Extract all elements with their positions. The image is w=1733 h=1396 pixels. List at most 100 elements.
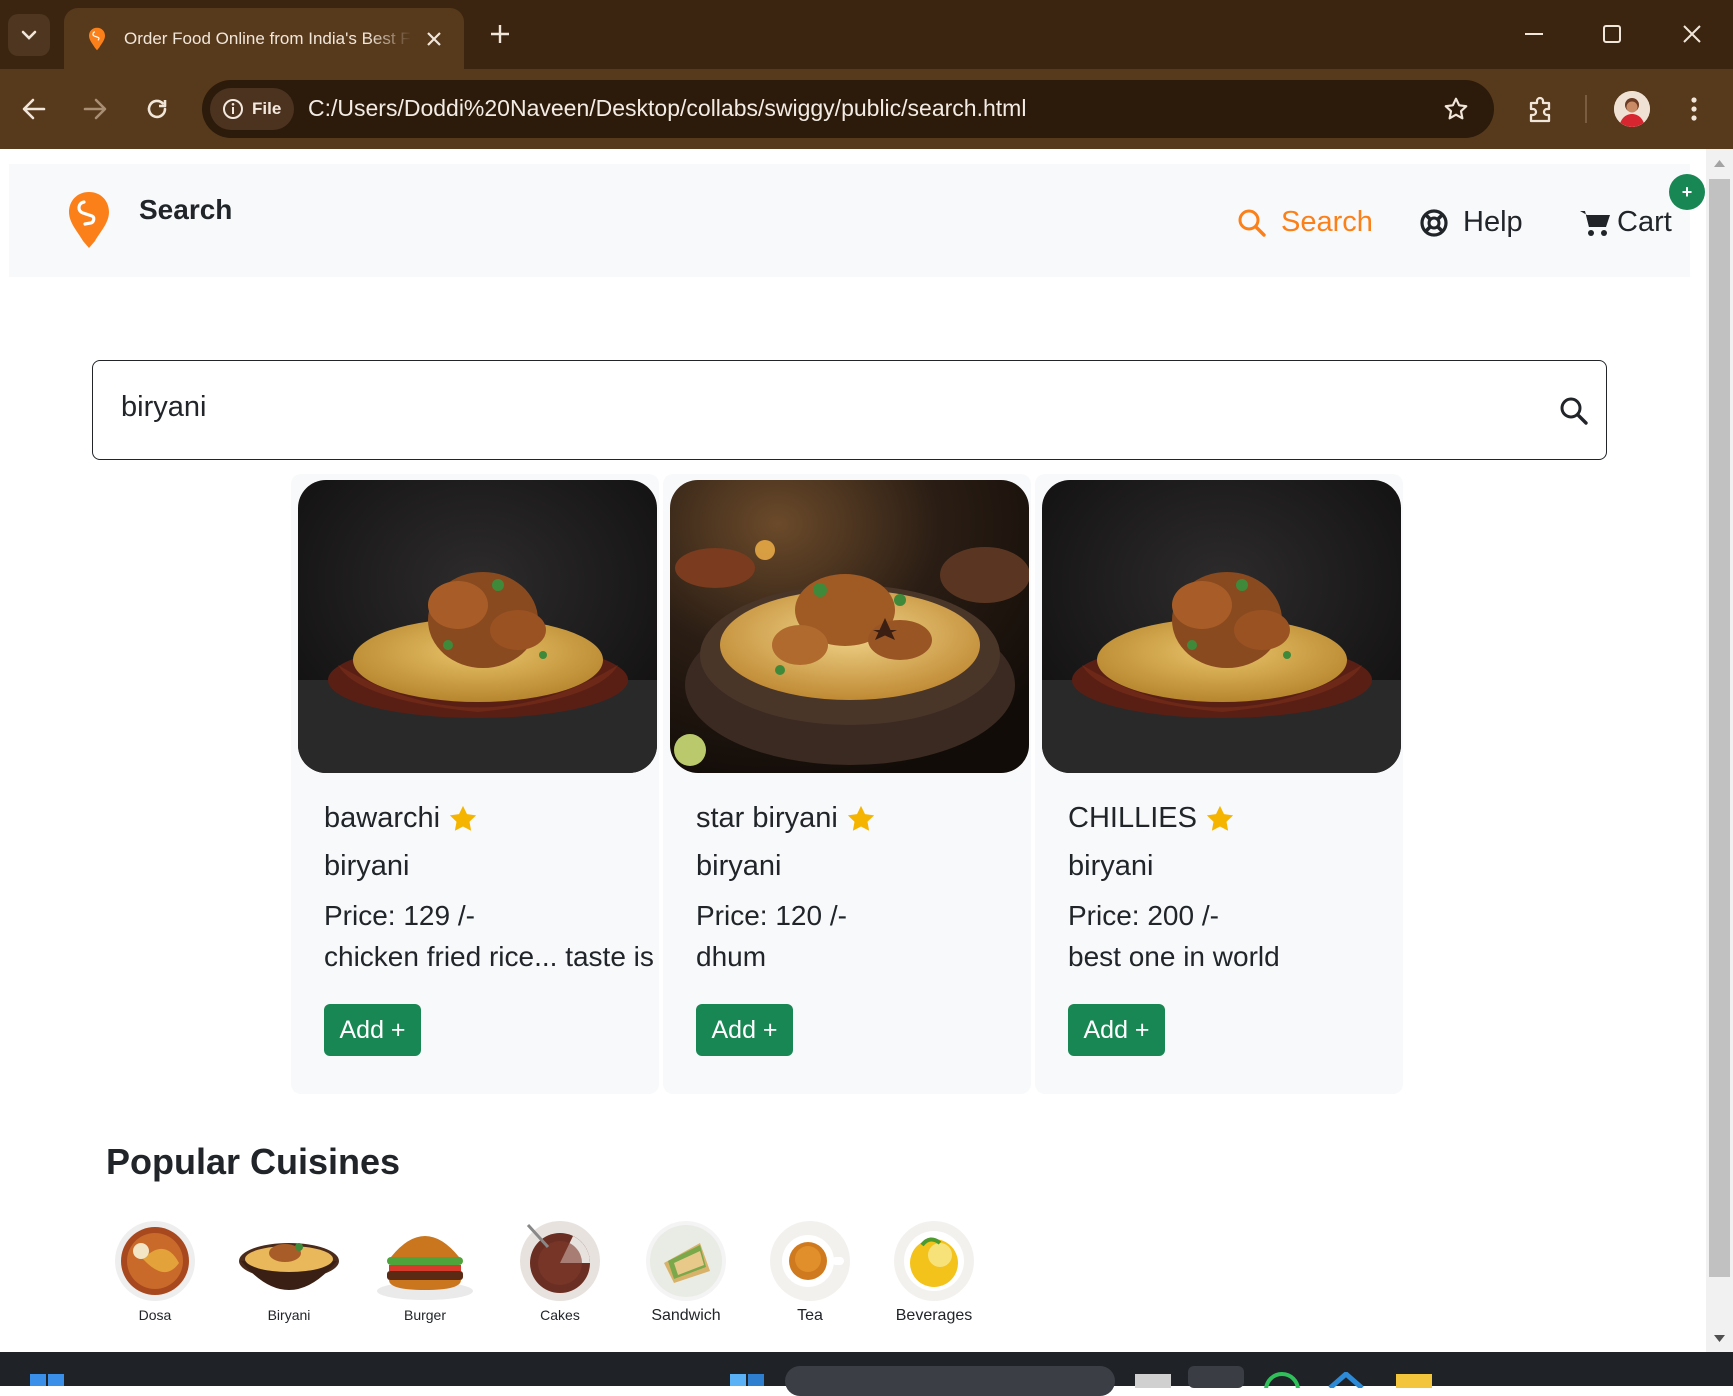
search-submit-icon[interactable] [1555,392,1593,430]
browser-tab-active[interactable]: Order Food Online from India's Best Food… [64,8,464,69]
cuisine-label: Dosa [138,1307,172,1323]
scroll-up-arrow-icon[interactable] [1713,157,1726,170]
restaurant-card: star biryani biryani Price: 120 /- dhum … [663,474,1031,1094]
biryani-bowl-icon [239,1243,339,1290]
dish-description: best one in world [1068,941,1280,972]
add-to-cart-button[interactable]: Add + [324,1004,421,1056]
cuisine-item-cakes[interactable]: Cakes [518,1219,602,1323]
dish-price: Price: 120 /- [696,900,847,931]
nav-help-label: Help [1463,206,1523,238]
bookmark-star-icon[interactable] [1438,91,1474,127]
restaurant-name: star biryani [696,802,876,835]
restaurant-card: bawarchi biryani Price: 129 /- chicken f… [291,474,659,1094]
more-menu-icon[interactable] [1672,87,1716,131]
cuisine-label: Beverages [895,1307,973,1324]
cuisine-item-tea[interactable]: Tea [768,1219,852,1325]
back-arrow-icon[interactable] [12,87,56,131]
cuisine-item-dosa[interactable]: Dosa [113,1219,197,1323]
star-icon [1206,805,1234,831]
swiggy-logo-icon [89,27,105,50]
nav-search-link[interactable]: Search [1237,206,1373,239]
cuisine-item-burger[interactable]: Burger [375,1219,475,1323]
restaurant-name-text: CHILLIES [1068,802,1197,834]
taskbar-search-box[interactable] [785,1366,1115,1396]
extensions-puzzle-icon[interactable] [1519,87,1563,131]
nav-help-link[interactable]: Help [1419,206,1523,239]
add-to-cart-button[interactable]: Add + [696,1004,793,1056]
forward-arrow-icon[interactable] [73,87,117,131]
taskbar-widgets-icon[interactable] [730,1374,766,1386]
cuisine-label: Sandwich [651,1307,721,1324]
dish-category: biryani [1068,850,1154,882]
close-tab-icon[interactable] [422,27,446,51]
sandwich-icon [646,1221,726,1301]
nav-cart-label: Cart [1617,206,1672,238]
dish-description: dhum [696,941,767,972]
address-bar[interactable]: File C:/Users/Doddi%20Naveen/Desktop/col… [202,80,1494,138]
tab-title: Order Food Online from India's Best Food… [124,28,412,48]
nav-search-label: Search [1281,206,1373,238]
restaurant-card: CHILLIES biryani Price: 200 /- best one … [1035,474,1403,1094]
page-viewport: Search Search Help Cart + biryani bawarc… [0,149,1733,1352]
cuisine-label: Tea [797,1307,823,1324]
dish-category: biryani [324,850,410,882]
tea-cup-icon [770,1221,850,1301]
cake-icon [520,1221,600,1301]
dish-category: biryani [696,850,782,882]
cuisine-item-sandwich[interactable]: Sandwich [644,1219,728,1325]
biryani-image [670,480,1029,773]
lifebuoy-icon [1420,208,1448,237]
cuisine-label: Burger [403,1307,447,1323]
cuisine-label: Biryani [267,1307,311,1323]
cart-count-badge[interactable]: + [1669,174,1705,210]
restaurant-name-text: bawarchi [324,802,441,834]
browser-toolbar: File C:/Users/Doddi%20Naveen/Desktop/col… [0,69,1733,149]
page-scrollbar[interactable] [1706,149,1733,1352]
cart-icon [1580,210,1610,236]
dosa-icon [115,1221,195,1301]
cuisine-item-beverages[interactable]: Beverages [892,1219,976,1325]
popular-cuisines-heading: Popular Cuisines [106,1141,401,1182]
url-text[interactable]: C:/Users/Doddi%20Naveen/Desktop/collabs/… [308,95,1026,122]
dish-price: Price: 129 /- [324,900,475,931]
tab-search-button[interactable] [8,14,50,56]
site-navbar: Search Search Help Cart [9,164,1690,277]
close-window-icon[interactable] [1670,14,1714,54]
star-icon [847,805,874,831]
os-taskbar [0,1352,1733,1396]
dish-description: chicken fried rice... taste is s [324,941,659,972]
search-icon [1238,209,1266,237]
info-icon [223,99,243,119]
maximize-icon[interactable] [1590,14,1634,54]
profile-avatar[interactable] [1614,91,1650,127]
biryani-image [1042,480,1401,773]
restaurant-name: bawarchi [324,802,478,835]
minimize-icon[interactable] [1512,14,1556,54]
add-to-cart-button[interactable]: Add + [1068,1004,1165,1056]
new-tab-plus-icon[interactable] [484,18,516,50]
dish-price: Price: 200 /- [1068,900,1219,931]
swiggy-logo-icon[interactable] [67,190,111,250]
navbar-brand[interactable]: Search [139,194,232,226]
toolbar-divider [1585,95,1587,123]
browser-tab-strip: Order Food Online from India's Best Food… [0,0,1733,69]
reload-icon[interactable] [135,87,179,131]
nav-cart-link[interactable]: Cart [1579,206,1672,239]
search-input[interactable] [121,391,1501,424]
restaurant-name: CHILLIES [1068,802,1235,835]
scrollbar-thumb[interactable] [1709,179,1730,1277]
scroll-down-arrow-icon[interactable] [1713,1332,1726,1345]
beverage-icon [894,1221,974,1301]
search-bar [92,360,1607,460]
site-info-chip[interactable]: File [210,88,294,130]
star-icon [449,805,477,831]
burger-icon [377,1236,473,1300]
taskbar-app-chrome[interactable] [1188,1366,1244,1388]
cuisine-item-biryani[interactable]: Biryani [237,1219,341,1323]
start-windows-icon[interactable] [30,1374,66,1386]
file-chip-label: File [252,99,282,118]
chevron-down-icon [21,30,37,40]
restaurant-name-text: star biryani [696,802,838,834]
cuisine-label: Cakes [540,1307,580,1323]
biryani-image [298,480,657,773]
